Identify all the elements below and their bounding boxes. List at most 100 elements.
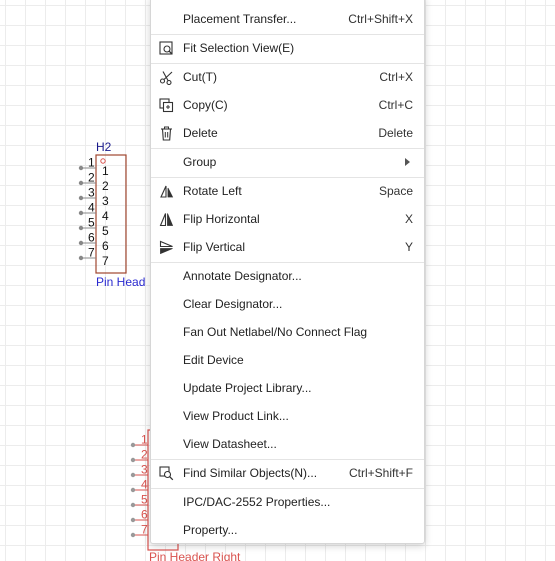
menu-item-view-product-link[interactable]: View Product Link... <box>151 403 424 429</box>
pin-endpoint[interactable] <box>78 210 84 216</box>
inner-pin-number: 3 <box>102 194 109 208</box>
menu-item-label: View Product Link... <box>183 409 289 423</box>
component-name: Pin Header Right <box>149 550 241 561</box>
menu-item-fit-selection[interactable]: Fit Selection View(E) <box>151 35 424 61</box>
menu-item-shortcut: Ctrl+C <box>378 98 413 112</box>
outer-pin-number: 2 <box>88 171 95 185</box>
fit-selection-icon <box>158 40 174 56</box>
menu-item-rotate-left[interactable]: Rotate Left Space <box>151 178 424 204</box>
menu-item-ipc-properties[interactable]: IPC/DAC-2552 Properties... <box>151 489 424 515</box>
pin-endpoint[interactable] <box>130 472 136 478</box>
trash-icon <box>158 125 174 141</box>
pin-endpoint[interactable] <box>130 457 136 463</box>
outer-pin-number: 6 <box>141 508 148 522</box>
inner-pin-number: 5 <box>102 224 109 238</box>
menu-item-copy[interactable]: Copy(C) Ctrl+C <box>151 92 424 118</box>
outer-pin-number: 4 <box>141 478 148 492</box>
menu-item-label: Flip Vertical <box>183 240 246 254</box>
pin-endpoint[interactable] <box>130 442 136 448</box>
component-designator: H2 <box>96 140 112 154</box>
menu-item-label: Delete <box>183 126 218 140</box>
menu-item-shortcut: Y <box>404 240 413 254</box>
menu-item-edit-device[interactable]: Edit Device <box>151 347 424 373</box>
outer-pin-number: 7 <box>88 246 95 260</box>
outer-pin-number: 5 <box>88 216 95 230</box>
menu-item-label: IPC/DAC-2552 Properties... <box>183 495 331 509</box>
menu-item-label: Copy(C) <box>183 98 228 112</box>
pin-endpoint[interactable] <box>78 165 84 171</box>
menu-item-shortcut: Delete <box>378 126 413 140</box>
menu-item-label: Find Similar Objects(N)... <box>183 466 318 480</box>
menu-item-update-project-library[interactable]: Update Project Library... <box>151 375 424 401</box>
menu-item-shortcut: Space <box>378 184 413 198</box>
pin-endpoint[interactable] <box>130 502 136 508</box>
pin-endpoint[interactable] <box>78 240 84 246</box>
submenu-arrow-icon <box>405 158 410 166</box>
find-similar-icon <box>158 465 174 481</box>
menu-item-label: Edit Device <box>183 353 244 367</box>
pin-endpoint[interactable] <box>130 517 136 523</box>
menu-item-delete[interactable]: Delete Delete <box>151 120 424 146</box>
menu-item-shortcut: X <box>404 212 413 226</box>
outer-pin-number: 7 <box>141 523 148 537</box>
menu-item-shortcut: Ctrl+X <box>379 70 413 84</box>
outer-pin-number: 3 <box>141 463 148 477</box>
flip-vertical-icon <box>158 239 174 255</box>
flip-horizontal-icon <box>158 211 174 227</box>
outer-pin-numbers: 1234567 <box>88 156 95 260</box>
menu-item-find-similar[interactable]: Find Similar Objects(N)... Ctrl+Shift+F <box>151 460 424 486</box>
menu-item-label: Annotate Designator... <box>183 269 302 283</box>
inner-pin-number: 4 <box>102 209 109 223</box>
menu-item-flip-vertical[interactable]: Flip Vertical Y <box>151 234 424 260</box>
menu-item-annotate-designator[interactable]: Annotate Designator... <box>151 263 424 289</box>
schematic-canvas[interactable]: H2 1234567 1234567 Pin Head 1234567 Pin … <box>0 0 555 561</box>
menu-item-shortcut: Ctrl+Shift+F <box>348 466 413 480</box>
context-menu: Placement Transfer... Ctrl+Shift+X Fit S… <box>150 0 425 544</box>
pin-endpoint[interactable] <box>130 487 136 493</box>
outer-pin-number: 4 <box>88 201 95 215</box>
menu-item-fan-out[interactable]: Fan Out Netlabel/No Connect Flag <box>151 319 424 345</box>
copy-icon <box>158 97 174 113</box>
menu-item-label: Clear Designator... <box>183 297 283 311</box>
menu-item-view-datasheet[interactable]: View Datasheet... <box>151 431 424 457</box>
inner-pin-number: 2 <box>102 179 109 193</box>
menu-item-label: Update Project Library... <box>183 381 312 395</box>
menu-item-label: Property... <box>183 523 238 537</box>
menu-item-label: View Datasheet... <box>183 437 277 451</box>
outer-pin-number: 6 <box>88 231 95 245</box>
pin-endpoint[interactable] <box>78 180 84 186</box>
outer-pin-number: 3 <box>88 186 95 200</box>
pin-endpoint[interactable] <box>78 255 84 261</box>
menu-item-label: Cut(T) <box>183 70 217 84</box>
inner-pin-number: 6 <box>102 239 109 253</box>
outer-pin-numbers: 1234567 <box>141 433 148 537</box>
outer-pin-number: 1 <box>141 433 148 447</box>
menu-item-label: Rotate Left <box>183 184 242 198</box>
inner-pin-number: 1 <box>102 164 109 178</box>
component-name: Pin Head <box>96 275 145 289</box>
menu-item-flip-horizontal[interactable]: Flip Horizontal X <box>151 206 424 232</box>
rotate-left-icon <box>158 183 174 199</box>
menu-item-cut[interactable]: Cut(T) Ctrl+X <box>151 64 424 90</box>
outer-pin-number: 5 <box>141 493 148 507</box>
pin1-marker <box>100 158 106 164</box>
menu-item-group[interactable]: Group <box>151 149 424 175</box>
menu-item-clear-designator[interactable]: Clear Designator... <box>151 291 424 317</box>
menu-item-property[interactable]: Property... <box>151 517 424 543</box>
outer-pin-number: 1 <box>88 156 95 170</box>
inner-pin-number: 7 <box>102 254 109 268</box>
inner-pin-numbers: 1234567 <box>102 164 109 268</box>
menu-item-placement-transfer[interactable]: Placement Transfer... Ctrl+Shift+X <box>151 6 424 32</box>
menu-item-label: Group <box>183 155 217 169</box>
menu-item-label: Fit Selection View(E) <box>183 41 295 55</box>
pin-endpoint[interactable] <box>130 532 136 538</box>
component-body <box>95 154 127 274</box>
pin-endpoint[interactable] <box>78 195 84 201</box>
menu-item-shortcut: Ctrl+Shift+X <box>348 12 413 26</box>
menu-item-label: Flip Horizontal <box>183 212 260 226</box>
menu-item-label: Placement Transfer... <box>183 12 297 26</box>
outer-pin-number: 2 <box>141 448 148 462</box>
pin-endpoint[interactable] <box>78 225 84 231</box>
component-h2[interactable]: H2 1234567 1234567 Pin Head <box>78 140 146 289</box>
scissors-icon <box>158 69 174 85</box>
